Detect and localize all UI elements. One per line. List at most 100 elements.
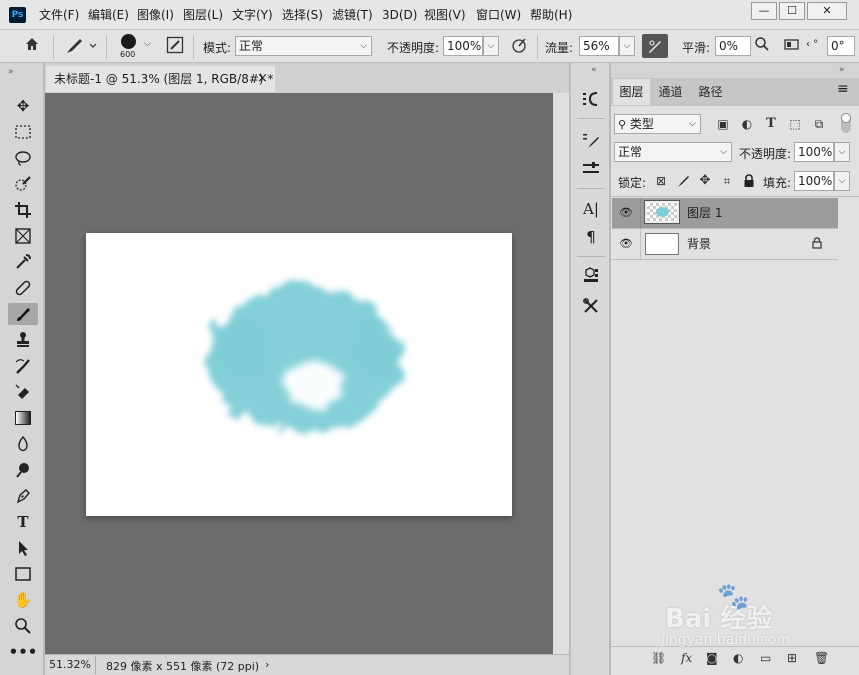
trash-icon[interactable]: 🗑 bbox=[814, 651, 829, 665]
frame-tool-icon[interactable] bbox=[8, 225, 38, 247]
fill-dropdown[interactable]: ⌵ bbox=[834, 171, 850, 191]
blend-mode-select[interactable]: 正常 ⌵ bbox=[614, 142, 732, 162]
menu-image[interactable]: 图像(I) bbox=[137, 8, 174, 22]
brush-settings-icon[interactable] bbox=[164, 36, 186, 56]
rectangle-tool-icon[interactable] bbox=[8, 563, 38, 585]
flow-dropdown[interactable]: ⌵ bbox=[619, 36, 635, 56]
menu-select[interactable]: 选择(S) bbox=[282, 8, 323, 22]
menu-help[interactable]: 帮助(H) bbox=[530, 8, 572, 22]
link-layers-icon[interactable]: ⛓ bbox=[651, 651, 666, 665]
adjustment-layer-icon[interactable]: ◐ bbox=[733, 651, 743, 665]
close-button[interactable]: ✕ bbox=[807, 2, 847, 20]
pressure-opacity-icon[interactable] bbox=[508, 36, 530, 56]
lock-pixels-icon[interactable] bbox=[675, 171, 691, 191]
lock-artboard-icon[interactable]: ⌗ bbox=[719, 171, 735, 191]
smoothing-input[interactable]: 0% bbox=[715, 36, 751, 56]
layer-row-background[interactable]: 👁 背景 bbox=[612, 229, 838, 259]
type-tool-icon[interactable]: T bbox=[8, 511, 38, 533]
zoom-tool-icon[interactable] bbox=[8, 615, 38, 637]
smoothing-options-icon[interactable] bbox=[752, 36, 772, 56]
flow-input[interactable]: 56% bbox=[579, 36, 619, 56]
new-group-icon[interactable]: ▭ bbox=[760, 651, 771, 665]
tab-layers[interactable]: 图层 bbox=[613, 79, 650, 105]
layer-opacity-dropdown[interactable]: ⌵ bbox=[834, 142, 850, 162]
layer-opacity-input[interactable]: 100% bbox=[794, 142, 834, 162]
angle-icon[interactable] bbox=[781, 36, 803, 56]
menu-layer[interactable]: 图层(L) bbox=[183, 8, 223, 22]
panel-menu-icon[interactable]: ≡ bbox=[837, 81, 849, 97]
character-panel-icon[interactable]: A| bbox=[578, 197, 604, 221]
move-tool-icon[interactable]: ✥ bbox=[8, 95, 38, 117]
angle-input[interactable]: 0° bbox=[827, 36, 855, 56]
filter-type-icon[interactable]: T bbox=[762, 114, 780, 134]
menu-3d[interactable]: 3D(D) bbox=[382, 8, 417, 22]
lock-transparent-icon[interactable]: ⊠ bbox=[653, 171, 669, 191]
dodge-tool-icon[interactable] bbox=[8, 459, 38, 481]
tools-panel-icon[interactable] bbox=[578, 294, 604, 318]
filter-smart-object-icon[interactable]: ⧉ bbox=[810, 114, 828, 134]
menu-window[interactable]: 窗口(W) bbox=[476, 8, 521, 22]
menu-file[interactable]: 文件(F) bbox=[39, 8, 79, 22]
menu-type[interactable]: 文字(Y) bbox=[232, 8, 273, 22]
healing-brush-tool-icon[interactable] bbox=[8, 277, 38, 299]
opacity-dropdown[interactable]: ⌵ bbox=[483, 36, 499, 56]
expand-icon[interactable]: « bbox=[591, 65, 597, 75]
layer-row-layer1[interactable]: 👁 图层 1 bbox=[612, 198, 838, 228]
filter-adjustment-icon[interactable]: ◐ bbox=[738, 114, 756, 134]
document-canvas[interactable] bbox=[86, 233, 512, 516]
filter-toggle[interactable] bbox=[841, 113, 851, 133]
tab-paths[interactable]: 路径 bbox=[692, 79, 729, 105]
airbrush-toggle[interactable] bbox=[642, 34, 668, 58]
clone-stamp-tool-icon[interactable] bbox=[8, 329, 38, 351]
menu-filter[interactable]: 滤镜(T) bbox=[332, 8, 373, 22]
3d-panel-icon[interactable] bbox=[578, 263, 604, 287]
menu-edit[interactable]: 编辑(E) bbox=[88, 8, 129, 22]
brush-tool-icon[interactable] bbox=[8, 303, 38, 325]
minimize-button[interactable]: — bbox=[751, 2, 777, 20]
close-tab-icon[interactable]: × bbox=[257, 66, 268, 92]
eye-icon[interactable]: 👁 bbox=[616, 229, 636, 259]
lock-position-icon[interactable]: ✥ bbox=[697, 171, 713, 191]
fx-icon[interactable]: fx bbox=[681, 651, 692, 665]
lock-all-icon[interactable] bbox=[741, 171, 757, 191]
new-layer-icon[interactable]: ⊞ bbox=[787, 651, 797, 665]
paragraph-panel-icon[interactable]: ¶ bbox=[578, 225, 604, 249]
filter-pixel-icon[interactable]: ▣ bbox=[714, 114, 732, 134]
crop-tool-icon[interactable] bbox=[8, 199, 38, 221]
hand-tool-icon[interactable]: ✋ bbox=[8, 589, 38, 611]
eyedropper-tool-icon[interactable] bbox=[8, 251, 38, 273]
collapse-icon[interactable]: » bbox=[8, 67, 14, 77]
eraser-tool-icon[interactable] bbox=[8, 381, 38, 403]
add-mask-icon[interactable]: ◙ bbox=[706, 651, 718, 665]
filter-shape-icon[interactable]: ⬚ bbox=[786, 114, 804, 134]
status-menu-arrow[interactable]: › bbox=[265, 658, 269, 671]
eye-icon[interactable]: 👁 bbox=[616, 198, 636, 228]
maximize-button[interactable]: ☐ bbox=[779, 2, 805, 20]
brush-preset-picker[interactable] bbox=[62, 36, 98, 56]
quick-selection-tool-icon[interactable] bbox=[8, 173, 38, 195]
marquee-tool-icon[interactable] bbox=[8, 121, 38, 143]
fill-input[interactable]: 100% bbox=[794, 171, 834, 191]
home-icon[interactable] bbox=[21, 36, 43, 56]
path-selection-tool-icon[interactable] bbox=[8, 537, 38, 559]
document-tab[interactable]: 未标题-1 @ 51.3% (图层 1, RGB/8#) * × bbox=[46, 66, 275, 92]
brushes-panel-icon[interactable] bbox=[578, 157, 604, 181]
vertical-scrollbar[interactable] bbox=[553, 93, 569, 654]
opacity-input[interactable]: 100% bbox=[443, 36, 483, 56]
menu-view[interactable]: 视图(V) bbox=[424, 8, 466, 22]
gradient-tool-icon[interactable] bbox=[8, 407, 38, 429]
brush-size-picker[interactable]: 600 ⌵ bbox=[114, 33, 158, 61]
history-brush-tool-icon[interactable] bbox=[8, 355, 38, 377]
blur-tool-icon[interactable] bbox=[8, 433, 38, 455]
zoom-level[interactable]: 51.32% bbox=[49, 658, 91, 671]
collapse-icon[interactable]: » bbox=[839, 65, 845, 75]
tab-channels[interactable]: 通道 bbox=[652, 79, 689, 105]
more-tools-icon[interactable]: ••• bbox=[8, 641, 38, 663]
pen-tool-icon[interactable] bbox=[8, 485, 38, 507]
divider bbox=[537, 35, 538, 59]
mode-select[interactable]: 正常 ⌵ bbox=[235, 36, 372, 56]
lasso-tool-icon[interactable] bbox=[8, 147, 38, 169]
brush-settings-panel-icon[interactable] bbox=[578, 129, 604, 153]
layer-filter-select[interactable]: ⚲ 类型 ⌵ bbox=[614, 114, 701, 134]
history-panel-icon[interactable] bbox=[578, 87, 604, 111]
